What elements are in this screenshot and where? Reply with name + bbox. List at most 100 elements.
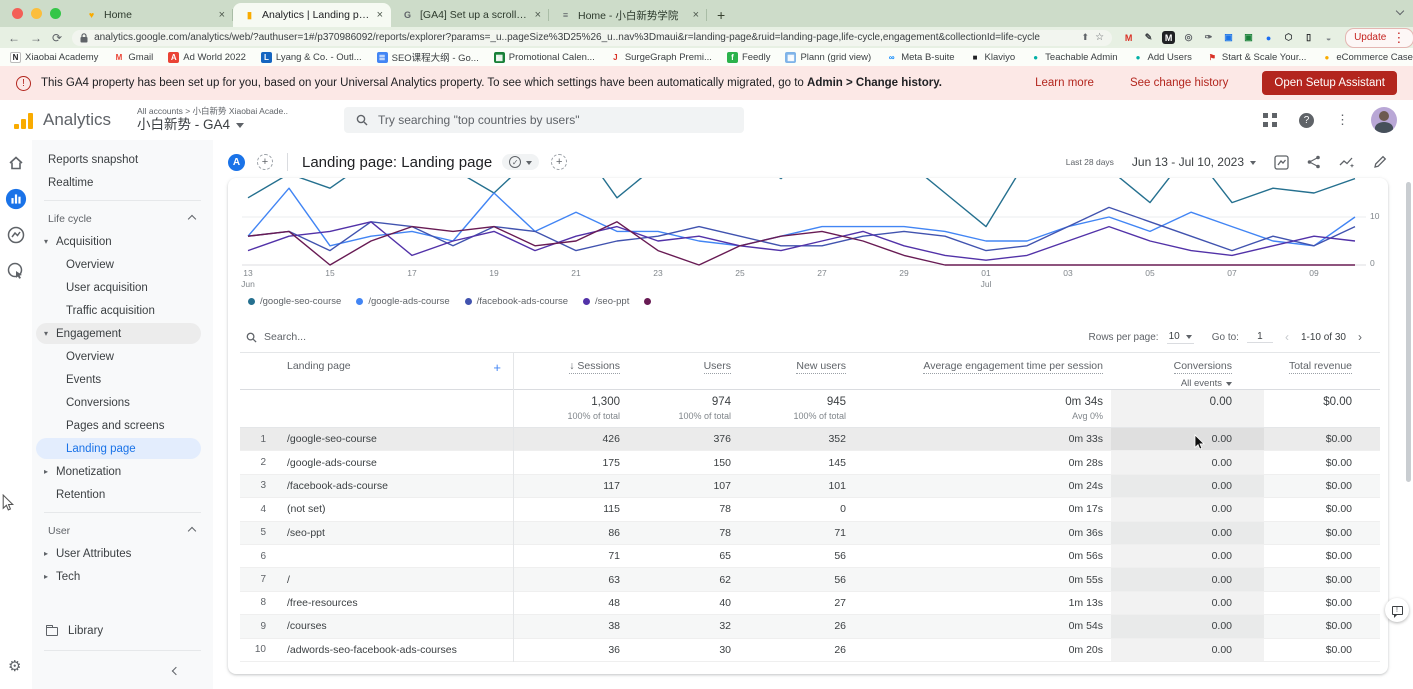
col-new-users[interactable]: New users [739, 353, 854, 389]
insights-icon[interactable] [1339, 155, 1355, 169]
home-icon[interactable] [5, 152, 27, 174]
search-input[interactable]: Try searching "top countries by users" [344, 107, 744, 133]
sidebar-section-user[interactable]: User [32, 519, 213, 542]
extension-icon[interactable]: ▣ [1222, 31, 1235, 44]
sidebar-item-landing-page[interactable]: Landing page [32, 437, 213, 460]
sidebar-item-reports-snapshot[interactable]: Reports snapshot [32, 148, 213, 171]
tab-close-icon[interactable]: × [535, 9, 541, 21]
expand-arrow-icon[interactable]: ▾ [44, 237, 56, 246]
chrome-update-button[interactable]: Update ⋮ [1345, 28, 1413, 48]
property-selector[interactable]: 小白新势 - GA4 [137, 117, 288, 134]
bookmark-item[interactable]: ■Klaviyo [970, 52, 1016, 63]
collapsed-arrow-icon[interactable]: ▸ [44, 549, 56, 558]
col-total-revenue[interactable]: Total revenue [1264, 353, 1380, 389]
sidebar-item-overview[interactable]: Overview [32, 345, 213, 368]
more-options-icon[interactable]: ⋮ [1336, 112, 1349, 128]
table-search-input[interactable]: Search... [246, 331, 306, 343]
col-conversions[interactable]: Conversions All events [1111, 353, 1264, 389]
bookmark-item[interactable]: MGmail [113, 52, 153, 63]
table-row[interactable]: 5/seo-ppt8678710m 36s0.00$0.00 [240, 522, 1380, 545]
extension-icon[interactable]: ⬡ [1282, 31, 1295, 44]
bookmark-star-icon[interactable]: ☆ [1095, 32, 1104, 43]
table-row[interactable]: 67165560m 56s0.00$0.00 [240, 545, 1380, 568]
bookmark-item[interactable]: AAd World 2022 [168, 52, 246, 63]
open-setup-assistant-button[interactable]: Open Setup Assistant [1262, 71, 1397, 95]
next-page-chevron[interactable]: › [1354, 330, 1366, 344]
compare-report-icon[interactable] [1274, 155, 1289, 170]
address-bar[interactable]: analytics.google.com/analytics/web/?auth… [72, 30, 1112, 46]
back-button[interactable]: ← [8, 31, 20, 45]
tab-search-chevron-icon[interactable] [1397, 6, 1403, 17]
extension-icon[interactable]: M [1162, 31, 1175, 44]
sidebar-item-tech[interactable]: ▸Tech [32, 565, 213, 588]
add-comparison-button[interactable]: + [257, 154, 273, 170]
conversions-event-select[interactable]: All events [1181, 378, 1232, 389]
date-range-picker[interactable]: Jun 13 - Jul 10, 2023 [1132, 155, 1256, 169]
advertising-icon[interactable] [5, 260, 27, 282]
table-row[interactable]: 2/google-ads-course1751501450m 28s0.00$0… [240, 451, 1380, 474]
col-users[interactable]: Users [628, 353, 739, 389]
new-tab-button[interactable]: + [707, 7, 735, 27]
tab-close-icon[interactable]: × [377, 9, 383, 21]
bookmark-item[interactable]: ∞Meta B-suite [886, 52, 954, 63]
window-controls[interactable] [0, 8, 75, 27]
collapsed-arrow-icon[interactable]: ▸ [44, 572, 56, 581]
reports-icon-active[interactable] [5, 188, 27, 210]
browser-tab[interactable]: G[GA4] Set up a scroll conversi× [391, 3, 549, 27]
sessions-line-chart[interactable] [228, 178, 1388, 266]
table-row[interactable]: 9/courses3832260m 54s0.00$0.00 [240, 615, 1380, 638]
collapse-drawer-chevron[interactable] [173, 665, 179, 677]
table-row[interactable]: 8/free-resources4840271m 13s0.00$0.00 [240, 592, 1380, 615]
sidebar-item-pages-and-screens[interactable]: Pages and screens [32, 414, 213, 437]
sidebar-item-monetization[interactable]: ▸Monetization [32, 460, 213, 483]
help-icon[interactable]: ? [1299, 113, 1314, 128]
table-row[interactable]: 1/google-seo-course4263763520m 33s0.00$0… [240, 428, 1380, 451]
bookmark-item[interactable]: ⚑Start & Scale Your... [1207, 52, 1307, 63]
bookmark-item[interactable]: JSurgeGraph Premi... [610, 52, 712, 63]
forward-button[interactable]: → [30, 31, 42, 45]
sidebar-item-library[interactable]: Library [32, 619, 213, 643]
expand-arrow-icon[interactable]: ▾ [44, 329, 56, 338]
bookmark-item[interactable]: NXiaobai Academy [10, 52, 98, 63]
admin-gear-icon[interactable]: ⚙ [8, 657, 21, 675]
edit-report-icon[interactable] [1373, 155, 1387, 169]
sidebar-item-events[interactable]: Events [32, 368, 213, 391]
extension-icon[interactable]: ◒ [1322, 31, 1335, 44]
extension-icon[interactable]: ▯ [1302, 31, 1315, 44]
account-breadcrumb[interactable]: All accounts > 小白新势 Xiaobai Acade.. [137, 106, 288, 117]
analytics-logo-icon[interactable] [14, 111, 33, 129]
prev-page-chevron[interactable]: ‹ [1281, 330, 1293, 344]
col-engagement[interactable]: Average engagement time per session [854, 353, 1111, 389]
see-change-history-link[interactable]: See change history [1130, 77, 1228, 89]
bookmark-item[interactable]: ▦Promotional Calen... [494, 52, 595, 63]
user-avatar[interactable] [1371, 107, 1397, 133]
table-row[interactable]: 10/adwords-seo-facebook-ads-courses36302… [240, 639, 1380, 662]
sidebar-item-engagement[interactable]: ▾Engagement [32, 322, 213, 345]
bookmark-item[interactable]: ●Add Users [1133, 52, 1192, 63]
bookmark-item[interactable]: fFeedly [727, 52, 771, 63]
extension-icon[interactable]: ◎ [1182, 31, 1195, 44]
sidebar-section-life-cycle[interactable]: Life cycle [32, 207, 213, 230]
sidebar-item-user-acquisition[interactable]: User acquisition [32, 276, 213, 299]
extension-icon[interactable]: M [1122, 31, 1135, 44]
col-sessions[interactable]: ↓ Sessions [513, 353, 628, 389]
browser-tab[interactable]: ▮Analytics | Landing page: Land× [233, 3, 391, 27]
share-page-icon[interactable]: ⬆ [1082, 32, 1090, 43]
browser-tab[interactable]: ≡Home - 小白新势学院× [549, 3, 707, 27]
goto-page-input[interactable]: 1 [1247, 331, 1273, 343]
bookmark-item[interactable]: ●eCommerce Case... [1321, 52, 1413, 63]
sidebar-item-acquisition[interactable]: ▾Acquisition [32, 230, 213, 253]
add-report-tab-button[interactable]: + [551, 154, 567, 170]
bookmark-item[interactable]: ●Teachable Admin [1030, 52, 1117, 63]
legend-item[interactable]: /seo-ppt [583, 296, 629, 307]
collapsed-arrow-icon[interactable]: ▸ [44, 467, 56, 476]
feedback-button[interactable]: ! [1385, 598, 1409, 622]
sidebar-item-conversions[interactable]: Conversions [32, 391, 213, 414]
window-zoom-button[interactable] [50, 8, 61, 19]
legend-item[interactable]: /facebook-ads-course [465, 296, 568, 307]
legend-item[interactable]: /google-ads-course [356, 296, 449, 307]
share-report-icon[interactable] [1307, 155, 1321, 169]
table-row[interactable]: 7/6362560m 55s0.00$0.00 [240, 568, 1380, 591]
sidebar-item-realtime[interactable]: Realtime [32, 171, 213, 194]
learn-more-link[interactable]: Learn more [1035, 77, 1094, 89]
